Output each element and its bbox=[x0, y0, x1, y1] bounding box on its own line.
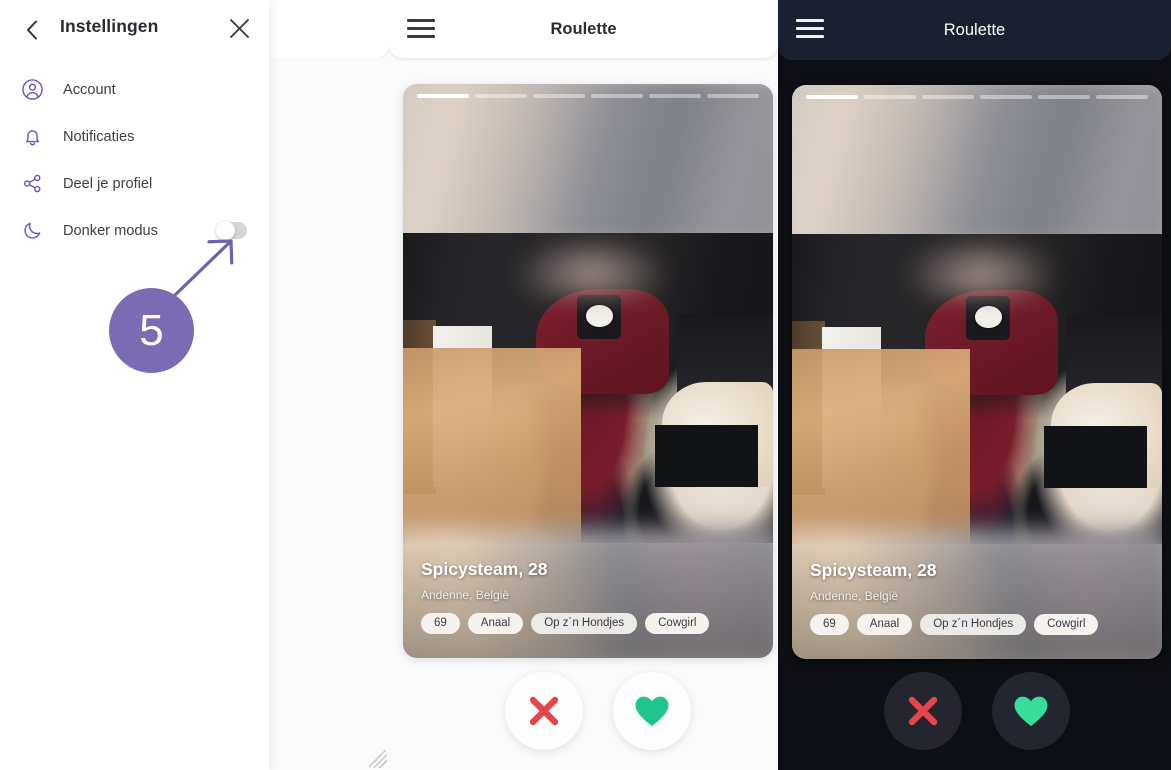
settings-sheet: Instellingen Account Notificaties Deel j… bbox=[0, 0, 269, 770]
settings-header: Instellingen bbox=[0, 0, 269, 62]
reject-button[interactable] bbox=[884, 672, 962, 750]
profile-tag[interactable]: Op z´n Hondjes bbox=[531, 613, 638, 634]
photo-progress-bar bbox=[792, 95, 1162, 99]
like-button[interactable] bbox=[613, 672, 691, 750]
progress-segment[interactable] bbox=[806, 95, 858, 99]
settings-list: Account Notificaties Deel je profiel Don… bbox=[0, 66, 269, 254]
profile-info-overlay: Spicysteam, 28 Andenne, België 69 Anaal … bbox=[792, 546, 1162, 659]
close-icon[interactable] bbox=[226, 15, 252, 41]
progress-segment[interactable] bbox=[1038, 95, 1090, 99]
progress-segment[interactable] bbox=[980, 95, 1032, 99]
sidebar-item-label: Donker modus bbox=[63, 222, 158, 239]
profile-name: Spicysteam, 28 bbox=[421, 559, 548, 579]
light-mode-panel: Roulette Spicysteam, 28 Andenne, België … bbox=[389, 0, 778, 770]
photo-phone-lens bbox=[586, 304, 613, 327]
progress-segment[interactable] bbox=[417, 94, 469, 98]
annotation-arrow bbox=[172, 239, 234, 298]
x-icon bbox=[906, 694, 940, 728]
photo-blur-top bbox=[403, 84, 773, 244]
heart-icon bbox=[1013, 695, 1049, 728]
profile-tags: 69 Anaal Op z´n Hondjes Cowgirl bbox=[810, 614, 1144, 635]
screenshot-stage: Spicysteam, 28 Andenne, België 69 Anaal … bbox=[0, 0, 1171, 770]
profile-info-overlay: Spicysteam, 28 Andenne, België 69 Anaal … bbox=[403, 545, 773, 658]
bell-icon bbox=[21, 123, 51, 151]
profile-tag[interactable]: Anaal bbox=[467, 613, 524, 634]
annotation-step-badge: 5 bbox=[109, 288, 194, 373]
annotation-step-number: 5 bbox=[139, 305, 164, 355]
photo-face-blur bbox=[903, 234, 1059, 303]
profile-card[interactable]: Spicysteam, 28 Andenne, België 69 Anaal … bbox=[792, 85, 1162, 659]
progress-segment[interactable] bbox=[591, 94, 643, 98]
sidebar-item-share-profile[interactable]: Deel je profiel bbox=[0, 160, 269, 207]
progress-segment[interactable] bbox=[707, 94, 759, 98]
app-bar-dark: Roulette bbox=[778, 0, 1171, 60]
chevron-left-icon[interactable] bbox=[19, 17, 45, 43]
share-icon bbox=[21, 170, 51, 198]
photo-blur-top bbox=[792, 85, 1162, 245]
sidebar-item-notifications[interactable]: Notificaties bbox=[0, 113, 269, 160]
progress-segment[interactable] bbox=[533, 94, 585, 98]
sidebar-item-label: Account bbox=[63, 81, 116, 98]
x-icon bbox=[527, 694, 561, 728]
profile-location: Andenne, België bbox=[810, 589, 899, 603]
action-buttons bbox=[403, 672, 773, 752]
app-bar-light: Roulette bbox=[389, 0, 778, 58]
photo-suitcase bbox=[1043, 426, 1148, 489]
progress-segment[interactable] bbox=[922, 95, 974, 99]
reject-button[interactable] bbox=[505, 672, 583, 750]
photo-suitcase bbox=[654, 425, 759, 488]
settings-overlay-panel: Spicysteam, 28 Andenne, België 69 Anaal … bbox=[0, 0, 389, 770]
profile-tag[interactable]: 69 bbox=[810, 614, 849, 635]
photo-face-blur bbox=[514, 233, 670, 302]
resize-handle[interactable] bbox=[369, 750, 387, 768]
settings-title: Instellingen bbox=[60, 16, 159, 36]
profile-tag[interactable]: Op z´n Hondjes bbox=[920, 614, 1027, 635]
account-circle-icon bbox=[21, 76, 51, 104]
progress-segment[interactable] bbox=[649, 94, 701, 98]
profile-tag[interactable]: Cowgirl bbox=[645, 613, 710, 634]
profile-card[interactable]: Spicysteam, 28 Andenne, België 69 Anaal … bbox=[403, 84, 773, 658]
like-button[interactable] bbox=[992, 672, 1070, 750]
moon-icon bbox=[21, 217, 51, 245]
page-title: Roulette bbox=[550, 19, 617, 38]
photo-floor bbox=[792, 349, 970, 545]
sidebar-item-label: Notificaties bbox=[63, 128, 135, 145]
profile-location: Andenne, België bbox=[421, 588, 510, 602]
action-buttons bbox=[792, 672, 1162, 752]
profile-name: Spicysteam, 28 bbox=[810, 560, 937, 580]
profile-tag[interactable]: Cowgirl bbox=[1034, 614, 1099, 635]
photo-floor bbox=[403, 348, 581, 544]
progress-segment[interactable] bbox=[1096, 95, 1148, 99]
profile-tags: 69 Anaal Op z´n Hondjes Cowgirl bbox=[421, 613, 755, 634]
sidebar-item-label: Deel je profiel bbox=[63, 175, 153, 192]
dark-mode-panel: Roulette Spicysteam, 28 Andenne, België … bbox=[778, 0, 1171, 770]
photo-phone-lens bbox=[975, 305, 1002, 328]
progress-segment[interactable] bbox=[864, 95, 916, 99]
heart-icon bbox=[634, 695, 670, 728]
page-title: Roulette bbox=[943, 20, 1006, 39]
photo-progress-bar bbox=[403, 94, 773, 98]
profile-tag[interactable]: Anaal bbox=[856, 614, 913, 635]
progress-segment[interactable] bbox=[475, 94, 527, 98]
profile-tag[interactable]: 69 bbox=[421, 613, 460, 634]
sidebar-item-account[interactable]: Account bbox=[0, 66, 269, 113]
